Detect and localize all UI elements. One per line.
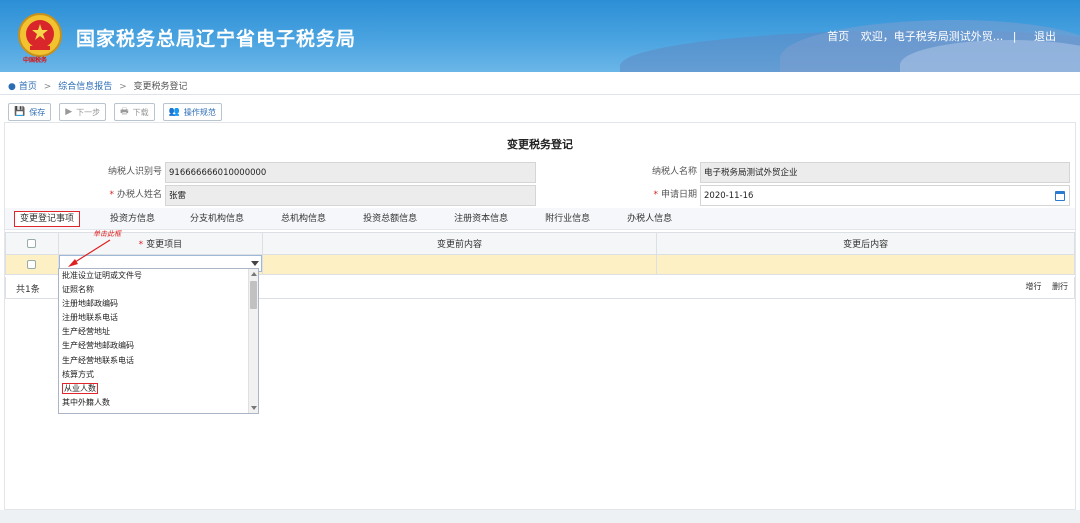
site-header: 中国税务 国家税务总局辽宁省电子税务局 首页 欢迎，电子税务局测试外贸... |… [0, 0, 1080, 72]
breadcrumb-home[interactable]: 首页 [19, 82, 37, 92]
calendar-icon[interactable] [1055, 191, 1065, 201]
dropdown-option[interactable]: 生产经营地址 [59, 325, 258, 339]
scroll-down-icon[interactable] [251, 406, 257, 410]
dropdown-option[interactable]: 批准设立证明或文件号 [59, 269, 258, 283]
tab-bar: 变更登记事项 投资方信息 分支机构信息 总机构信息 投资总额信息 注册资本信息 … [5, 208, 1075, 230]
select-all-cell [5, 232, 59, 255]
col-after-content: 变更后内容 [656, 232, 1075, 255]
tab-sub-industry-info[interactable]: 附行业信息 [523, 208, 605, 229]
tab-investor-info[interactable]: 投资方信息 [88, 208, 170, 229]
download-icon: 🖶 [120, 107, 129, 117]
page-bottom-bar [0, 510, 1080, 523]
required-mark: * [653, 190, 658, 200]
scroll-up-icon[interactable] [251, 272, 257, 276]
nav-logout-link[interactable]: 退出 [1034, 30, 1056, 43]
save-button[interactable]: 💾 保存 [8, 103, 52, 121]
top-nav: 首页 欢迎，电子税务局测试外贸... | 退出 [819, 28, 1056, 44]
divider [0, 94, 1080, 95]
delete-row-button[interactable]: 删行 [1052, 282, 1068, 291]
col-before-content: 变更前内容 [261, 232, 658, 255]
toolbar: 💾 保存 ▶ 下一步 🖶 下载 👥 操作规范 [8, 103, 222, 121]
tab-change-items[interactable]: 变更登记事项 [5, 208, 88, 229]
download-button[interactable]: 🖶 下载 [114, 103, 155, 121]
dropdown-option-highlighted[interactable]: 从业人数 [59, 382, 258, 396]
before-content-cell[interactable] [261, 254, 658, 275]
next-step-button[interactable]: ▶ 下一步 [59, 103, 107, 121]
handler-label: 办税人姓名 [116, 190, 162, 200]
apply-date-value: 2020-11-16 [704, 191, 754, 201]
form-title: 变更税务登记 [507, 138, 573, 151]
breadcrumb: ● 首页 > 综合信息报告 > 变更税务登记 [8, 79, 188, 92]
scrollbar-thumb[interactable] [250, 281, 257, 309]
save-icon: 💾 [14, 107, 26, 117]
breadcrumb-report[interactable]: 综合信息报告 [58, 82, 112, 92]
tax-emblem-icon [18, 13, 62, 57]
select-all-checkbox[interactable] [27, 238, 37, 248]
table-header-row: * 变更项目 变更前内容 变更后内容 [5, 232, 1075, 255]
emblem-caption: 中国税务 [23, 57, 48, 64]
tab-total-investment-info[interactable]: 投资总额信息 [341, 208, 432, 229]
chevron-down-icon[interactable] [250, 261, 259, 266]
location-pin-icon: ● [8, 82, 16, 92]
dropdown-option[interactable]: 注册地邮政编码 [59, 297, 258, 311]
row-checkbox[interactable] [27, 259, 37, 269]
after-content-cell[interactable] [656, 254, 1075, 275]
taxpayer-name-value: 电子税务局测试外贸企业 [700, 162, 1070, 183]
dropdown-scrollbar[interactable] [248, 269, 258, 413]
apply-date-label-cell: * 申请日期 [542, 184, 700, 206]
breadcrumb-arrow: > [43, 82, 52, 92]
guide-label: 操作规范 [183, 107, 216, 117]
apply-date-field[interactable]: 2020-11-16 [700, 185, 1070, 206]
info-row-handler: * 办税人姓名 张雷 * 申请日期 2020-11-16 [5, 184, 1075, 206]
dropdown-option[interactable]: 核算方式 [59, 368, 258, 382]
play-icon: ▶ [65, 107, 73, 117]
dropdown-option[interactable]: 生产经营地联系电话 [59, 354, 258, 368]
breadcrumb-arrow: > [119, 82, 127, 92]
info-row-taxpayer: 纳税人识别号 916666666010000000 纳税人名称 电子税务局测试外… [5, 161, 1075, 183]
handler-value: 张雷 [165, 185, 536, 206]
tab-branch-info[interactable]: 分支机构信息 [170, 208, 259, 229]
download-label: 下载 [132, 107, 149, 117]
handler-label-cell: * 办税人姓名 [5, 184, 165, 206]
add-row-button[interactable]: 增行 [1025, 282, 1041, 291]
change-item-dropdown-list: 批准设立证明或文件号 证照名称 注册地邮政编码 注册地联系电话 生产经营地址 生… [58, 268, 259, 414]
nav-welcome-text: 欢迎，电子税务局测试外贸... [860, 30, 1004, 43]
nav-separator: | [1012, 30, 1017, 43]
site-title: 国家税务总局辽宁省电子税务局 [76, 28, 357, 50]
dropdown-option[interactable]: 注册地联系电话 [59, 311, 258, 325]
dropdown-option[interactable]: 证照名称 [59, 283, 258, 297]
annotation-arrow-icon [68, 239, 111, 267]
next-step-label: 下一步 [76, 107, 101, 117]
tab-head-office-info[interactable]: 总机构信息 [259, 208, 341, 229]
required-mark: * [109, 190, 114, 200]
row-select-cell [5, 254, 59, 275]
breadcrumb-current: 变更税务登记 [133, 82, 188, 92]
nav-home-link[interactable]: 首页 [827, 30, 849, 43]
apply-date-label: 申请日期 [660, 190, 697, 200]
required-mark: * [138, 240, 144, 250]
row-operations: 增行 删行 [1017, 281, 1068, 292]
dropdown-option[interactable]: 其中外籍人数 [59, 396, 258, 410]
dropdown-option[interactable]: 生产经营地邮政编码 [59, 339, 258, 353]
taxpayer-id-value: 916666666010000000 [165, 162, 536, 183]
tab-registered-capital-info[interactable]: 注册资本信息 [432, 208, 523, 229]
tab-tax-handler-info[interactable]: 办税人信息 [605, 208, 687, 229]
taxpayer-id-label: 纳税人识别号 [5, 161, 165, 183]
save-label: 保存 [29, 107, 46, 117]
record-count: 共1条 [16, 285, 40, 295]
users-icon: 👥 [168, 107, 180, 117]
guide-button[interactable]: 👥 操作规范 [162, 103, 222, 121]
taxpayer-name-label: 纳税人名称 [542, 161, 700, 183]
